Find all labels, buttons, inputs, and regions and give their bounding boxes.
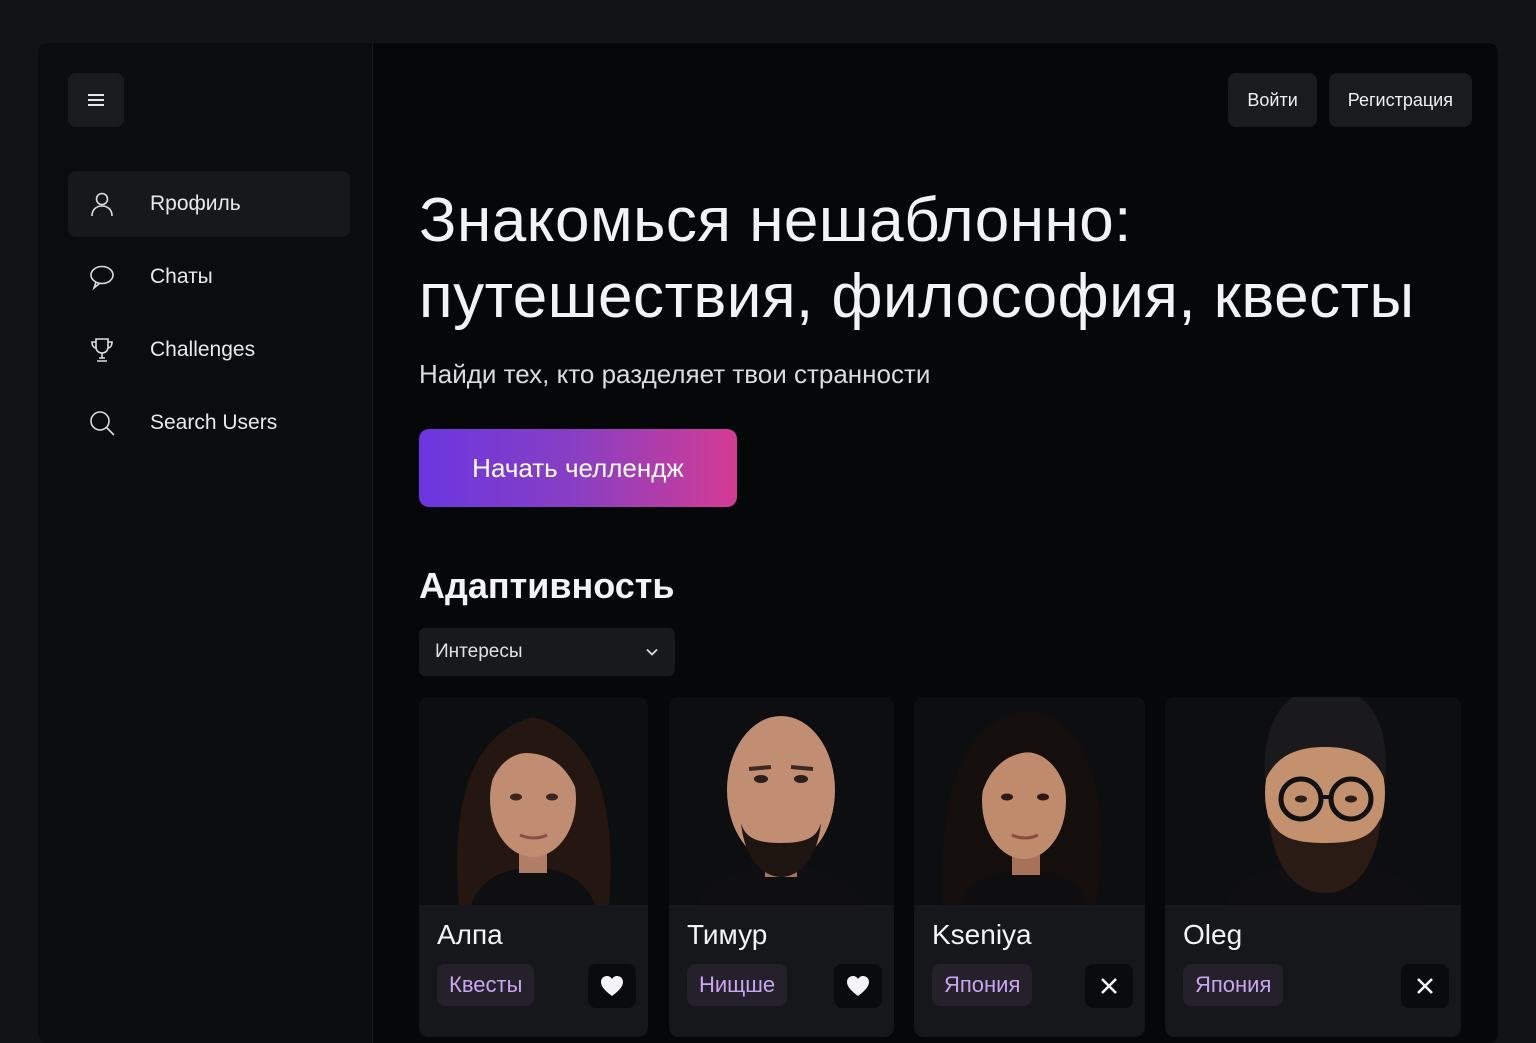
interest-tag: Нищше [687, 964, 788, 1006]
main-content: Войти Регистрация Знакомься нешаблонно: … [372, 43, 1498, 1043]
sidebar-nav: Rрофиль Сhаты Challenges Search Users [68, 171, 350, 463]
user-name: Oleg [1183, 919, 1243, 950]
hero-title: Знакомься нешаблонно: путешествия, филос… [419, 183, 1498, 335]
trophy-icon [88, 336, 116, 364]
interest-tag: Квесты [437, 964, 535, 1006]
user-card[interactable]: Тимур Нищше [669, 697, 894, 1037]
interest-tag: Япония [932, 964, 1033, 1006]
start-challenge-button[interactable]: Начать челлендж [419, 429, 737, 507]
sidebar-item-label: Search Users [150, 411, 278, 434]
menu-button[interactable] [68, 73, 124, 127]
user-icon [88, 190, 116, 218]
interests-select-value: Интересы [435, 641, 523, 662]
interests-select[interactable]: Интересы [419, 628, 675, 676]
hero-title-line2: путешествия, философия, квесты [419, 262, 1415, 331]
sidebar-item-profile[interactable]: Rрофиль [68, 171, 350, 237]
app-window: Rрофиль Сhаты Challenges Search Users Во… [38, 43, 1498, 1043]
sidebar: Rрофиль Сhаты Challenges Search Users [38, 43, 373, 1043]
sidebar-item-label: Rрофиль [150, 192, 241, 215]
register-button[interactable]: Регистрация [1328, 73, 1472, 127]
user-name: Алпа [437, 919, 503, 950]
user-name: Тимур [687, 919, 768, 950]
sidebar-item-chats[interactable]: Сhаты [68, 244, 350, 310]
heart-icon [847, 976, 869, 996]
like-button[interactable] [834, 964, 882, 1008]
chevron-down-icon [646, 648, 658, 656]
user-photo [419, 697, 648, 905]
user-card[interactable]: Oleg Япония [1165, 697, 1461, 1037]
hamburger-icon [88, 94, 104, 106]
dismiss-button[interactable] [1085, 964, 1133, 1008]
user-photo [669, 697, 894, 905]
close-icon [1417, 978, 1433, 994]
search-icon [88, 409, 116, 437]
user-photo [914, 697, 1145, 905]
section-title: Адаптивность [419, 565, 675, 606]
user-name: Kseniya [932, 919, 1032, 950]
user-card[interactable]: Алпа Квесты [419, 697, 648, 1037]
user-photo [1165, 697, 1461, 905]
sidebar-item-label: Challenges [150, 338, 256, 361]
auth-buttons: Войти Регистрация [1228, 73, 1472, 127]
heart-icon [601, 976, 623, 996]
dismiss-button[interactable] [1401, 964, 1449, 1008]
user-card[interactable]: Kseniya Япония [914, 697, 1145, 1037]
like-button[interactable] [588, 964, 636, 1008]
login-button[interactable]: Войти [1228, 73, 1317, 127]
close-icon [1101, 978, 1117, 994]
chat-bubble-icon [88, 263, 116, 291]
sidebar-item-label: Сhаты [150, 265, 213, 288]
sidebar-item-search-users[interactable]: Search Users [68, 390, 350, 456]
sidebar-item-challenges[interactable]: Challenges [68, 317, 350, 383]
hero-subtitle: Найди тех, кто разделяет твои странности [419, 359, 931, 389]
interest-tag: Япония [1183, 964, 1284, 1006]
hero-title-line1: Знакомься нешаблонно: [419, 186, 1132, 255]
